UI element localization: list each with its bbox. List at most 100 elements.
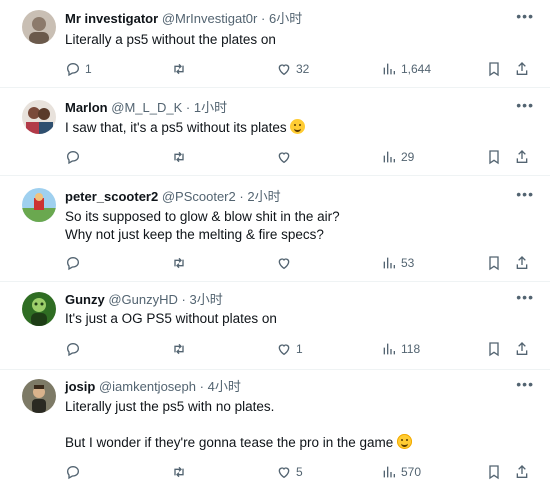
bookmark-button[interactable] [486, 339, 502, 359]
bookmark-button[interactable] [486, 59, 502, 79]
author-name[interactable]: Marlon [65, 100, 108, 115]
views-count: 570 [401, 465, 422, 479]
retweet-button[interactable] [171, 462, 187, 482]
views-button[interactable]: 570 [381, 462, 421, 482]
avatar[interactable] [22, 292, 56, 326]
more-icon[interactable]: ••• [516, 8, 534, 24]
like-icon [278, 152, 290, 164]
avatar[interactable] [22, 188, 56, 222]
sweat-smile-emoji [290, 119, 306, 134]
bookmark-button[interactable] [486, 462, 502, 482]
reply-button[interactable] [65, 462, 81, 482]
like-count: 1 [296, 342, 303, 356]
timestamp[interactable]: 1小时 [194, 100, 227, 115]
share-icon [516, 150, 528, 163]
more-icon[interactable]: ••• [516, 289, 534, 305]
like-button[interactable]: 5 [276, 462, 303, 482]
reply-header: Mr investigator @MrInvestigat0r · 6小时 [65, 11, 302, 27]
views-button[interactable]: 29 [381, 147, 414, 167]
more-icon[interactable]: ••• [516, 376, 534, 392]
views-icon [383, 151, 395, 163]
views-button[interactable]: 118 [381, 339, 420, 359]
like-button[interactable] [276, 147, 292, 167]
reply-item[interactable]: Gunzy @GunzyHD · 3小时 ••• It's just a OG … [0, 282, 550, 370]
author-handle[interactable]: @iamkentjoseph [99, 379, 196, 394]
bookmark-icon [489, 256, 499, 271]
like-button[interactable]: 32 [276, 59, 309, 79]
share-button[interactable] [514, 339, 530, 359]
share-button[interactable] [514, 59, 530, 79]
avatar[interactable] [22, 379, 56, 413]
more-icon[interactable]: ••• [516, 186, 534, 202]
action-bar: 1 118 [0, 339, 550, 359]
reply-button[interactable] [65, 339, 81, 359]
like-icon [278, 258, 290, 270]
like-count: 32 [296, 62, 310, 76]
views-button[interactable]: 53 [381, 253, 414, 273]
share-icon [516, 342, 528, 355]
reply-item[interactable]: Marlon @M_L_D_K · 1小时 ••• I saw that, it… [0, 88, 550, 176]
action-bar: 1 32 1,644 [0, 59, 550, 79]
share-button[interactable] [514, 147, 530, 167]
views-icon [383, 257, 395, 269]
separator-dot: · [261, 11, 266, 26]
author-name[interactable]: peter_scooter2 [65, 189, 158, 204]
avatar[interactable] [22, 10, 56, 44]
like-count: 5 [296, 465, 303, 479]
tears-of-joy-emoji [397, 434, 413, 449]
bookmark-icon [489, 465, 499, 480]
views-icon [383, 343, 395, 355]
reply-header: josip @iamkentjoseph · 4小时 [65, 379, 241, 395]
author-handle[interactable]: @PScooter2 [162, 189, 236, 204]
reply-item[interactable]: peter_scooter2 @PScooter2 · 2小时 ••• So i… [0, 176, 550, 282]
author-handle[interactable]: @GunzyHD [108, 292, 178, 307]
avatar[interactable] [22, 100, 56, 134]
reply-header: peter_scooter2 @PScooter2 · 2小时 [65, 189, 281, 205]
retweet-button[interactable] [171, 253, 187, 273]
retweet-button[interactable] [171, 59, 187, 79]
retweet-icon [174, 63, 184, 75]
reply-icon [66, 150, 80, 165]
author-handle[interactable]: @M_L_D_K [111, 100, 182, 115]
author-handle[interactable]: @MrInvestigat0r [162, 11, 258, 26]
reply-icon [66, 62, 80, 77]
reply-button[interactable] [65, 253, 81, 273]
reply-icon [66, 465, 80, 480]
retweet-button[interactable] [171, 339, 187, 359]
like-button[interactable]: 1 [276, 339, 303, 359]
views-count: 29 [401, 150, 415, 164]
reply-count: 1 [85, 62, 92, 76]
timestamp[interactable]: 4小时 [208, 379, 241, 394]
bookmark-button[interactable] [486, 147, 502, 167]
views-icon [383, 63, 395, 75]
separator-dot: · [185, 100, 191, 115]
like-icon [278, 344, 290, 356]
timestamp[interactable]: 6小时 [269, 11, 302, 26]
reply-item[interactable]: josip @iamkentjoseph · 4小时 ••• Literally… [0, 370, 550, 498]
retweet-icon [174, 343, 184, 355]
retweet-button[interactable] [171, 147, 187, 167]
like-icon [278, 64, 290, 76]
reply-button[interactable]: 1 [65, 59, 92, 79]
reply-item[interactable]: Mr investigator @MrInvestigat0r · 6小时 ••… [0, 0, 550, 88]
timestamp[interactable]: 3小时 [190, 292, 223, 307]
separator-dot: · [199, 379, 204, 394]
more-icon[interactable]: ••• [516, 97, 534, 113]
author-name[interactable]: Gunzy [65, 292, 105, 307]
views-button[interactable]: 1,644 [381, 59, 431, 79]
author-name[interactable]: Mr investigator [65, 11, 158, 26]
action-bar: 5 570 [0, 462, 550, 482]
reply-icon [66, 256, 80, 271]
views-icon [383, 466, 395, 478]
like-button[interactable] [276, 253, 292, 273]
author-name[interactable]: josip [65, 379, 95, 394]
timestamp[interactable]: 2小时 [247, 189, 280, 204]
bookmark-icon [489, 62, 499, 77]
share-icon [516, 62, 528, 75]
views-count: 53 [401, 256, 415, 270]
share-button[interactable] [514, 462, 530, 482]
action-bar: 53 [0, 253, 550, 273]
share-button[interactable] [514, 253, 530, 273]
bookmark-button[interactable] [486, 253, 502, 273]
reply-button[interactable] [65, 147, 81, 167]
